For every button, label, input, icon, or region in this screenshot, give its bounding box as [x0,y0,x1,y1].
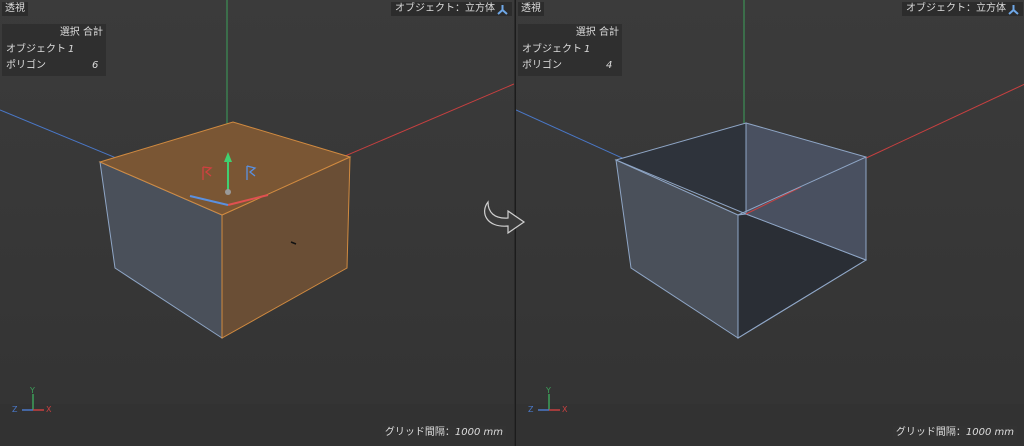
grid-spacing-label: グリッド間隔： [384,427,455,438]
viewport-left[interactable]: 透視 オブジェクト：立方体 選択 合計 オブジェクト 1 ポリゴン 6 Y X … [0,0,514,446]
stats-label: オブジェクト [522,44,582,55]
viewport-title[interactable]: 透視 [2,2,28,16]
grid-spacing-readout: グリッド間隔：1000 mm [381,426,506,440]
grid-spacing-value: 1000 mm [454,427,503,438]
stats-value: 1 [584,44,591,55]
stats-label: ポリゴン [522,60,562,71]
gizmo-z-label: Z [12,405,18,414]
gizmo-x-label: X [562,405,568,414]
grid-spacing-value: 1000 mm [965,427,1014,438]
gizmo-y-label: Y [545,386,551,395]
curved-arrow-icon [478,196,534,240]
viewport-title[interactable]: 透視 [518,2,544,16]
object-readout-label: オブジェクト：立方体 [395,3,495,14]
gizmo-z-label: Z [528,405,534,414]
gizmo-y-label: Y [29,386,35,395]
viewport-right[interactable]: 透視 オブジェクト：立方体 選択 合計 オブジェクト 1 ポリゴン 4 Y X … [515,0,1024,446]
axis-gizmo-icon: Y X Z [6,386,56,416]
cube-object-icon [497,4,508,15]
stats-value: 6 [92,60,99,71]
grid-spacing-readout: グリッド間隔：1000 mm [892,426,1017,440]
stats-header: 選択 合計 [59,27,103,38]
cube-object-icon [1008,4,1019,15]
stats-value: 1 [68,44,75,55]
axis-gizmo-icon: Y X Z [522,386,572,416]
object-readout-label: オブジェクト：立方体 [906,3,1006,14]
object-readout: オブジェクト：立方体 [902,2,1023,16]
stats-panel: 選択 合計 オブジェクト 1 ポリゴン 4 [518,24,622,76]
stats-label: ポリゴン [6,60,46,71]
stats-header: 選択 合計 [575,27,619,38]
gizmo-x-label: X [46,405,52,414]
object-readout: オブジェクト：立方体 [391,2,512,16]
manip-center[interactable] [225,189,231,195]
stats-value: 4 [606,60,613,71]
stats-panel: 選択 合計 オブジェクト 1 ポリゴン 6 [2,24,106,76]
grid-spacing-label: グリッド間隔： [895,427,966,438]
stats-label: オブジェクト [6,44,66,55]
